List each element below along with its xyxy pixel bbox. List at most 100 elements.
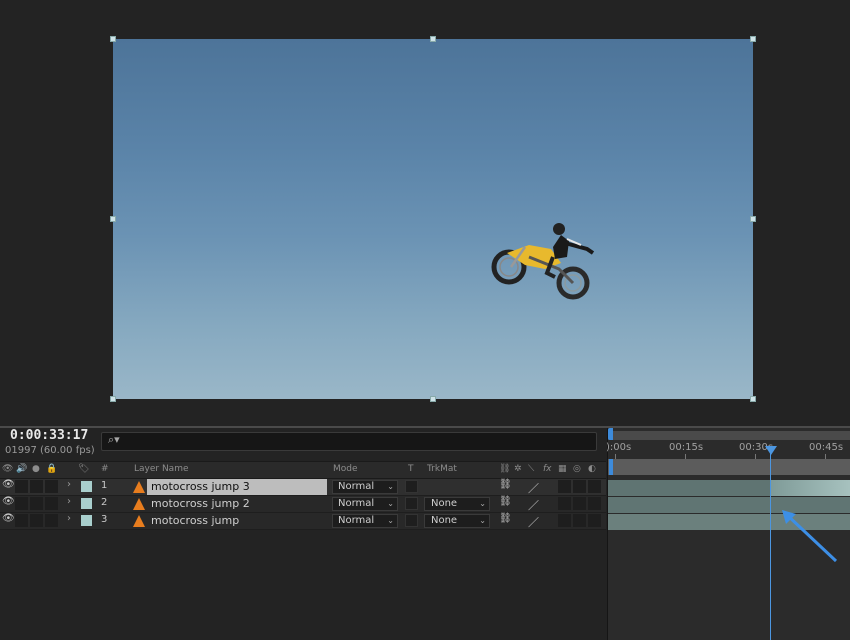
layer-duration-bar[interactable] xyxy=(608,480,850,496)
layer-row[interactable]: 👁 › 3 motocross jump Normal ⌄ None ⌄ ⛓ ／ xyxy=(0,513,606,530)
shy-icon[interactable]: ⛓ xyxy=(499,496,512,507)
layer-column-header: 👁 🔊 ● 🔒 🏷 # Layer Name Mode T TrkMat ⛓ ✲… xyxy=(0,461,606,479)
chevron-right-icon[interactable]: › xyxy=(67,496,71,507)
chevron-down-icon: ⌄ xyxy=(387,516,394,525)
chevron-down-icon: ⌄ xyxy=(479,516,486,525)
audio-switch[interactable] xyxy=(15,497,28,510)
preserve-transparency-checkbox[interactable] xyxy=(405,514,418,527)
transform-handle-bm[interactable] xyxy=(430,396,436,402)
effects-column-header[interactable]: fx xyxy=(543,464,552,474)
layer-number: 3 xyxy=(101,514,108,525)
blend-mode-select[interactable]: Normal ⌄ xyxy=(332,497,398,511)
timeline-panel: 0:00:33:17 01997 (60.00 fps) ⌕▾ 👁 🔊 ● 🔒 … xyxy=(0,428,850,640)
eye-icon[interactable]: 👁 xyxy=(2,479,15,490)
adjustment-column-icon[interactable]: ◐ xyxy=(588,464,596,474)
shy-column-icon[interactable]: ⛓ xyxy=(499,464,510,474)
chevron-down-icon: ⌄ xyxy=(387,499,394,508)
switch-box[interactable] xyxy=(573,514,586,527)
audio-switch[interactable] xyxy=(15,480,28,493)
transform-handle-tm[interactable] xyxy=(430,36,436,42)
switch-box[interactable] xyxy=(558,497,571,510)
timeline-graph-area[interactable]: ):00s 00:15s 00:30s 00:45s xyxy=(606,428,850,640)
transform-handle-ml[interactable] xyxy=(110,216,116,222)
transform-handle-tl[interactable] xyxy=(110,36,116,42)
blend-mode-select[interactable]: Normal ⌄ xyxy=(332,514,398,528)
audio-column-icon[interactable]: 🔊 xyxy=(16,464,27,474)
transform-handle-br[interactable] xyxy=(750,396,756,402)
number-column-header[interactable]: # xyxy=(101,464,109,474)
transform-handle-mr[interactable] xyxy=(750,216,756,222)
lock-switch[interactable] xyxy=(45,514,58,527)
solo-switch[interactable] xyxy=(30,497,43,510)
track-matte-value: None xyxy=(431,515,458,526)
quality-slash-icon[interactable]: ／ xyxy=(528,497,539,513)
current-time-indicator-line[interactable] xyxy=(770,448,771,640)
preserve-transparency-header[interactable]: T xyxy=(408,464,414,474)
layer-label-color[interactable] xyxy=(81,481,92,492)
layer-search-input[interactable]: ⌕▾ xyxy=(101,432,597,451)
collapse-column-icon[interactable]: ✲ xyxy=(514,464,522,474)
switch-box[interactable] xyxy=(558,514,571,527)
preserve-transparency-checkbox[interactable] xyxy=(405,480,418,493)
preserve-transparency-checkbox[interactable] xyxy=(405,497,418,510)
solo-switch[interactable] xyxy=(30,514,43,527)
time-navigator-bar[interactable] xyxy=(608,431,850,440)
chevron-right-icon[interactable]: › xyxy=(67,479,71,490)
motion-blur-column-icon[interactable]: ◎ xyxy=(573,464,581,474)
track-matte-header[interactable]: TrkMat xyxy=(427,464,457,474)
shy-icon[interactable]: ⛓ xyxy=(499,513,512,524)
switch-box[interactable] xyxy=(588,497,601,510)
vlc-cone-icon xyxy=(133,515,145,527)
blend-mode-select[interactable]: Normal ⌄ xyxy=(332,480,398,494)
layer-label-color[interactable] xyxy=(81,498,92,509)
quality-slash-icon[interactable]: ／ xyxy=(528,514,539,530)
solo-switch[interactable] xyxy=(30,480,43,493)
search-icon[interactable]: ⌕▾ xyxy=(108,433,120,447)
layer-name[interactable]: motocross jump 2 xyxy=(147,496,250,512)
layer-row[interactable]: 👁 › 1 motocross jump 3 Normal ⌄ ⛓ ／ xyxy=(0,479,606,496)
layer-row[interactable]: 👁 › 2 motocross jump 2 Normal ⌄ None ⌄ ⛓ ／ xyxy=(0,496,606,513)
switch-box[interactable] xyxy=(573,497,586,510)
frame-blend-column-icon[interactable]: ▦ xyxy=(558,464,567,474)
layer-name[interactable]: motocross jump 3 xyxy=(147,479,327,495)
current-time-indicator-handle[interactable] xyxy=(765,446,777,455)
audio-switch[interactable] xyxy=(15,514,28,527)
switch-box[interactable] xyxy=(573,480,586,493)
time-navigator-start-handle[interactable] xyxy=(608,428,613,440)
composition-frame[interactable] xyxy=(113,39,753,399)
layer-label-color[interactable] xyxy=(81,515,92,526)
switch-box[interactable] xyxy=(588,480,601,493)
motocross-rider-image xyxy=(491,223,595,300)
eye-column-icon[interactable]: 👁 xyxy=(2,464,13,474)
annotation-arrow-icon xyxy=(782,510,838,563)
shy-icon[interactable]: ⛓ xyxy=(499,479,512,490)
track-matte-select[interactable]: None ⌄ xyxy=(424,514,490,528)
blend-mode-value: Normal xyxy=(338,515,375,526)
layer-name[interactable]: motocross jump xyxy=(147,513,239,529)
vlc-cone-icon xyxy=(133,481,145,493)
eye-icon[interactable]: 👁 xyxy=(2,496,15,507)
switch-box[interactable] xyxy=(558,480,571,493)
quality-slash-icon[interactable]: ／ xyxy=(528,480,539,496)
work-area-bar[interactable] xyxy=(608,459,850,475)
track-matte-select[interactable]: None ⌄ xyxy=(424,497,490,511)
source-name-header[interactable]: Layer Name xyxy=(134,464,189,474)
switch-box[interactable] xyxy=(588,514,601,527)
transform-handle-tr[interactable] xyxy=(750,36,756,42)
lock-column-icon[interactable]: 🔒 xyxy=(46,464,57,474)
solo-column-icon[interactable]: ● xyxy=(32,464,40,474)
mode-column-header[interactable]: Mode xyxy=(333,464,358,474)
ruler-label: 00:45s xyxy=(809,442,844,453)
layer-number: 1 xyxy=(101,480,108,491)
eye-icon[interactable]: 👁 xyxy=(2,513,15,524)
quality-column-icon[interactable]: ⟍ xyxy=(528,464,534,474)
current-time-display[interactable]: 0:00:33:17 xyxy=(10,428,88,443)
lock-switch[interactable] xyxy=(45,480,58,493)
frame-counter: 01997 (60.00 fps) xyxy=(5,445,95,456)
layer-panel: 0:00:33:17 01997 (60.00 fps) ⌕▾ 👁 🔊 ● 🔒 … xyxy=(0,428,606,640)
lock-switch[interactable] xyxy=(45,497,58,510)
label-column-icon[interactable]: 🏷 xyxy=(78,464,89,474)
chevron-right-icon[interactable]: › xyxy=(67,513,71,524)
work-area-start-handle[interactable] xyxy=(609,459,613,475)
transform-handle-bl[interactable] xyxy=(110,396,116,402)
